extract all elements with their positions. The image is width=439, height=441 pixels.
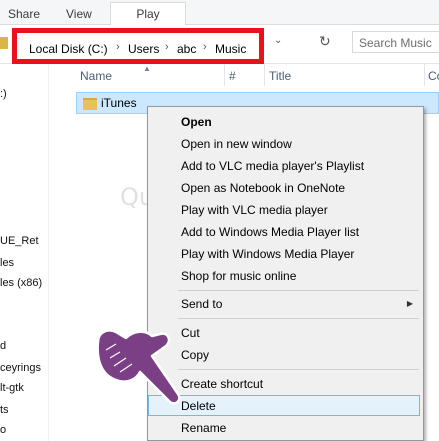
nav-item[interactable]: ts [0,404,9,416]
address-bar: Local Disk (C:) › Users › abc › Music ⌄ … [0,25,439,64]
breadcrumb-local-disk[interactable]: Local Disk (C:) [29,42,108,56]
folder-icon [0,37,8,49]
nav-item[interactable]: les [0,257,14,269]
menu-separator [178,290,419,291]
column-divider[interactable] [424,64,425,86]
column-divider[interactable] [264,64,265,86]
column-more[interactable]: Co [428,69,439,83]
submenu-arrow-icon: ▶ [406,299,413,308]
tab-view[interactable]: View [66,7,92,21]
nav-item[interactable]: lt-gtk [0,382,24,394]
breadcrumb-music[interactable]: Music [215,42,246,56]
chevron-right-icon[interactable]: › [165,41,169,53]
pointing-hand-icon [96,329,181,405]
file-name: iTunes [101,96,137,110]
nav-item[interactable]: o [0,424,6,436]
column-number[interactable]: # [229,69,236,83]
tab-play[interactable]: Play [110,2,186,25]
chevron-down-icon[interactable]: ⌄ [274,35,282,46]
column-title[interactable]: Title [269,69,291,83]
menu-item-delete-label: Delete [181,399,216,413]
menu-item-shop-music[interactable]: Shop for music online [181,269,296,283]
menu-item-delete[interactable]: Delete [148,395,420,416]
tab-share[interactable]: Share [8,7,40,21]
menu-item-add-vlc-playlist[interactable]: Add to VLC media player's Playlist [181,159,364,173]
column-header: ▲ Name # Title Co [49,64,439,88]
nav-item[interactable]: d [0,340,6,352]
breadcrumb-users[interactable]: Users [128,42,159,56]
search-placeholder: Search Music [359,36,432,50]
nav-item[interactable]: les (x86) [0,277,42,289]
menu-item-send-to[interactable]: Send to [181,297,222,311]
breadcrumb[interactable]: Local Disk (C:) › Users › abc › Music [12,28,264,64]
folder-icon [83,98,97,110]
breadcrumb-abc[interactable]: abc [177,42,196,56]
menu-item-play-wmp[interactable]: Play with Windows Media Player [181,247,354,261]
sort-up-icon: ▲ [143,64,151,73]
ribbon-tabs: Share View Play [0,0,439,25]
menu-item-play-vlc[interactable]: Play with VLC media player [181,203,328,217]
nav-item[interactable]: :) [0,88,7,100]
column-name[interactable]: Name [80,69,112,83]
search-input[interactable]: Search Music [352,31,439,53]
navigation-pane: :) UE_Ret les les (x86) d ceyrings lt-gt… [0,64,49,441]
menu-item-rename[interactable]: Rename [181,421,226,435]
menu-item-open-onenote[interactable]: Open as Notebook in OneNote [181,181,345,195]
column-divider[interactable] [224,64,225,86]
chevron-right-icon[interactable]: › [116,41,120,53]
refresh-icon[interactable]: ↻ [319,33,331,50]
nav-item[interactable]: ceyrings [0,362,41,374]
menu-separator [178,318,419,319]
menu-item-add-wmp-list[interactable]: Add to Windows Media Player list [181,225,359,239]
menu-item-copy[interactable]: Copy [181,348,209,362]
context-menu: Open Open in new window Add to VLC media… [147,106,424,441]
menu-item-open[interactable]: Open [181,115,212,129]
chevron-right-icon[interactable]: › [203,41,207,53]
menu-separator [178,369,419,370]
menu-item-create-shortcut[interactable]: Create shortcut [181,377,263,391]
menu-item-open-new-window[interactable]: Open in new window [181,137,292,151]
nav-item[interactable]: UE_Ret [0,235,39,247]
